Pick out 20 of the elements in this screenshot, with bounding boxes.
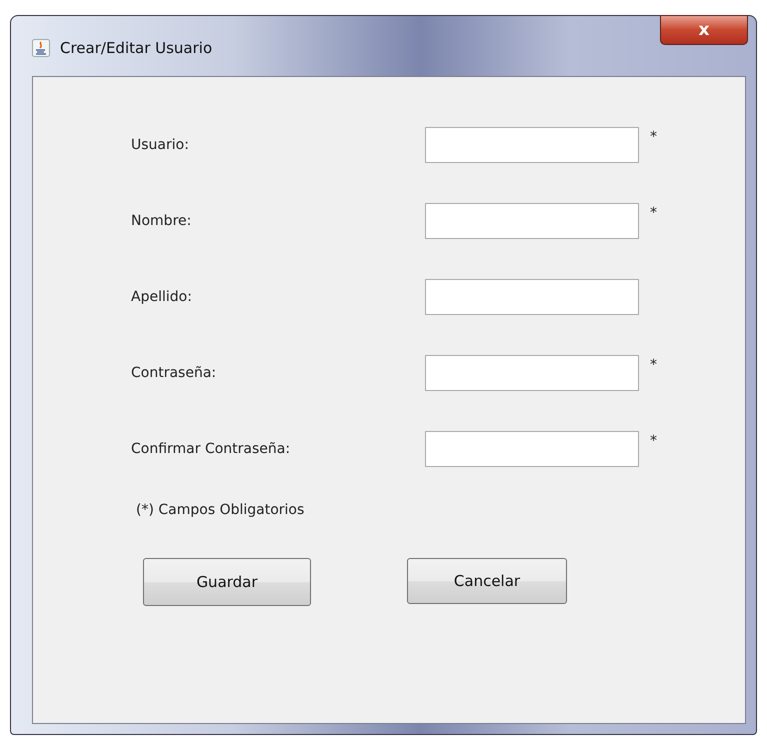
java-cup-icon bbox=[32, 39, 50, 57]
cancel-button[interactable]: Cancelar bbox=[407, 558, 567, 604]
field-label: Contraseña: bbox=[131, 365, 218, 381]
close-button[interactable]: x bbox=[660, 15, 748, 45]
required-mark: * bbox=[650, 357, 658, 373]
required-mark: * bbox=[650, 205, 658, 221]
input-field[interactable] bbox=[425, 279, 639, 315]
input-field[interactable] bbox=[425, 203, 639, 239]
required-fields-note: (*) Campos Obligatorios bbox=[136, 502, 306, 518]
field-label: Apellido: bbox=[131, 289, 193, 305]
required-mark: * bbox=[650, 433, 658, 449]
field-label: Usuario: bbox=[131, 137, 190, 153]
input-field[interactable] bbox=[425, 355, 639, 391]
field-label: Nombre: bbox=[131, 213, 192, 229]
input-field[interactable] bbox=[425, 431, 639, 467]
input-field[interactable] bbox=[425, 127, 639, 163]
field-label: Confirmar Contraseña: bbox=[131, 441, 292, 457]
window-title: Crear/Editar Usuario bbox=[60, 39, 212, 57]
required-mark: * bbox=[650, 129, 658, 145]
save-button[interactable]: Guardar bbox=[143, 558, 311, 606]
